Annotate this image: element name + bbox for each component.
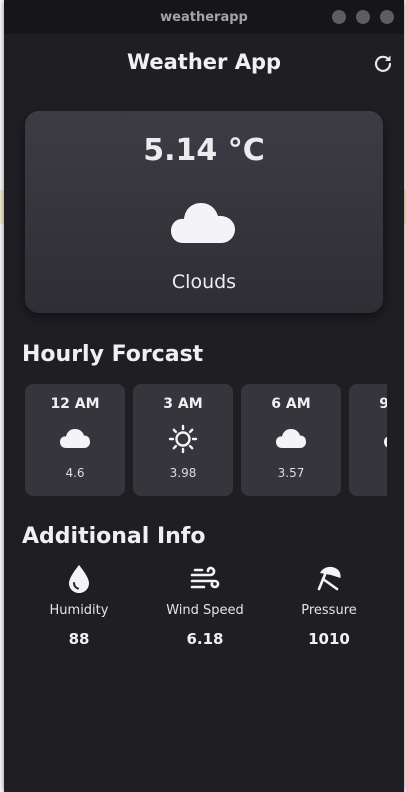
current-weather-card: 5.14 °C Clouds (25, 111, 383, 313)
hourly-card: 9 AM (349, 384, 387, 496)
window-controls (332, 10, 394, 24)
cloud-icon (60, 429, 90, 448)
hourly-time: 3 AM (163, 396, 203, 412)
current-condition: Clouds (171, 271, 237, 293)
humidity-value: 88 (68, 630, 90, 648)
wind-speed-info: Wind Speed 6.18 (145, 563, 265, 648)
maximize-button[interactable] (356, 10, 370, 24)
hourly-card: 3 AM 3.98 (133, 384, 233, 496)
window-title: weatherapp (160, 9, 248, 25)
umbrella-icon (317, 566, 341, 591)
current-temperature: 5.14 °C (143, 133, 265, 168)
hourly-temperature: 3.98 (169, 466, 197, 480)
wind-speed-label: Wind Speed (166, 603, 244, 618)
hourly-temperature: 3.57 (277, 466, 305, 480)
hourly-forecast-list[interactable]: 12 AM 4.6 3 AM 3.98 6 AM 3.57 9 (25, 384, 387, 496)
pressure-label: Pressure (301, 603, 357, 618)
pressure-info: Pressure 1010 (269, 563, 389, 648)
cloud-icon (171, 203, 235, 243)
cloud-icon (276, 429, 306, 448)
hourly-card: 12 AM 4.6 (25, 384, 125, 496)
wind-speed-value: 6.18 (186, 630, 224, 648)
app-title: Weather App (126, 50, 282, 74)
sun-icon (168, 424, 198, 454)
hourly-time: 6 AM (271, 396, 311, 412)
window-titlebar[interactable]: weatherapp (4, 0, 404, 34)
additional-info-title: Additional Info (22, 524, 206, 549)
close-button[interactable] (380, 10, 394, 24)
hourly-card: 6 AM 3.57 (241, 384, 341, 496)
hourly-forecast-title: Hourly Forcast (22, 342, 204, 367)
pressure-value: 1010 (308, 630, 350, 648)
hourly-temperature: 4.6 (65, 466, 85, 480)
minimize-button[interactable] (332, 10, 346, 24)
humidity-label: Humidity (49, 603, 109, 618)
water-drop-icon (69, 565, 89, 593)
wind-icon (190, 566, 220, 589)
humidity-info: Humidity 88 (19, 563, 139, 648)
hourly-time: 12 AM (50, 396, 100, 412)
refresh-icon[interactable] (373, 53, 393, 73)
hourly-time: 9 AM (379, 396, 387, 412)
cloud-icon (384, 436, 387, 448)
app-window: weatherapp Weather App 5.14 °C Clouds Ho… (4, 0, 404, 792)
